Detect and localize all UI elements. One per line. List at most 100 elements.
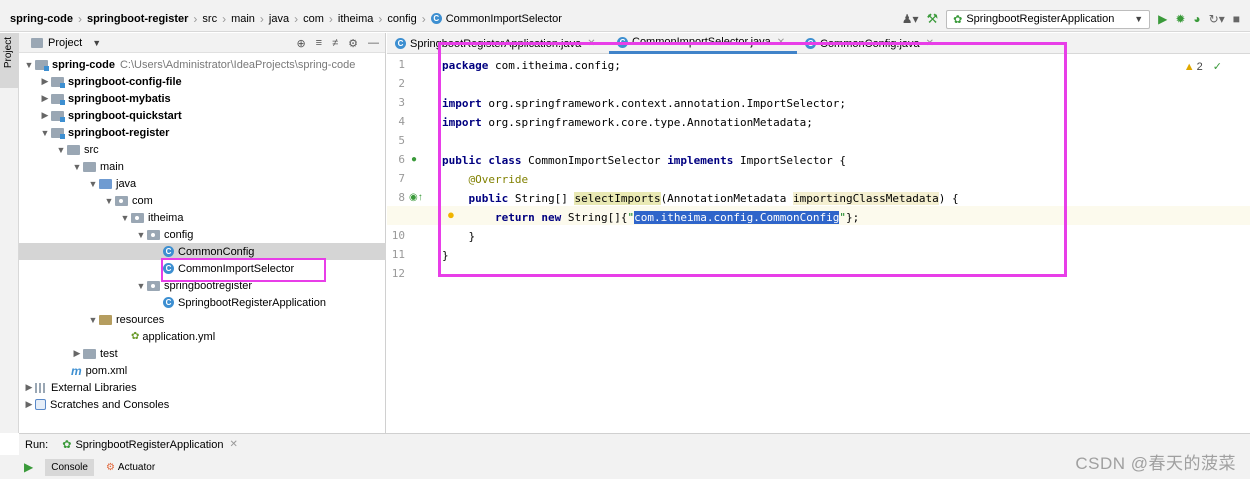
breadcrumb-item[interactable]: springboot-register [87,13,188,25]
chevron-down-icon[interactable]: ▼ [92,38,101,48]
tree-item-label: springboot-quickstart [68,109,182,122]
tree-item-module[interactable]: ▶ springboot-mybatis [19,90,386,107]
package-icon [131,212,144,223]
chevron-down-icon[interactable]: ▼ [71,162,83,172]
breadcrumb-item[interactable]: com [303,13,324,25]
chevron-right-icon[interactable]: ▶ [23,399,35,410]
tree-item-package-config[interactable]: ▼ config [19,226,386,243]
tree-item-scratches[interactable]: ▶ Scratches and Consoles [19,396,386,413]
tree-item-src[interactable]: ▼ src [19,141,386,158]
spring-class-icon: C [395,38,406,49]
chevron-right-icon[interactable]: ▶ [39,110,51,121]
tree-item-java[interactable]: ▼ java [19,175,386,192]
profile-button[interactable]: ↻▾ [1209,12,1225,26]
breadcrumb-item[interactable]: config [387,13,416,25]
breadcrumb: spring-code › springboot-register › src › m… [0,6,562,32]
chevron-down-icon[interactable]: ▼ [103,196,115,206]
tree-item-module[interactable]: ▼ springboot-register [19,124,386,141]
chevron-down-icon[interactable]: ▼ [87,315,99,325]
stop-button[interactable]: ■ [1233,12,1240,26]
tree-item-module[interactable]: ▶ springboot-config-file [19,73,386,90]
tree-item-external-libraries[interactable]: ▶ External Libraries [19,379,386,396]
project-toolbar: ⊕ ≡ ≠ ⚙ — [296,33,379,53]
tree-item-pom[interactable]: m pom.xml [19,362,386,379]
spring-boot-icon: ✿ [953,13,963,26]
gear-icon[interactable]: ⚙ [348,37,358,50]
hide-icon[interactable]: — [368,37,379,49]
tree-item-package-itheima[interactable]: ▼ itheima [19,209,386,226]
tree-item-label: CommonConfig [178,245,255,258]
line-number: 10 [391,229,405,242]
project-panel-header: Project ▼ ⊕ ≡ ≠ ⚙ — [19,33,385,53]
tree-item-label: itheima [148,211,184,224]
collapse-all-icon[interactable]: ≠ [332,37,338,49]
tree-item-application-class[interactable]: C SpringbootRegisterApplication [19,294,386,311]
expand-all-icon[interactable]: ≡ [316,37,322,49]
run-label: Run: [25,438,49,451]
breadcrumb-item[interactable]: itheima [338,13,373,25]
debug-button[interactable]: ✹ [1175,12,1185,26]
breadcrumb-separator: › [77,11,82,26]
module-folder-icon [51,110,65,122]
project-tool-tab[interactable]: Project [0,33,19,88]
user-icon[interactable]: ♟▾ [902,12,919,26]
tree-item-package-com[interactable]: ▼ com [19,192,386,209]
tree-item-main[interactable]: ▼ main [19,158,386,175]
chevron-right-icon[interactable]: ▶ [71,348,83,359]
class-icon: C [430,13,442,24]
spring-class-icon: C [163,297,174,308]
locate-icon[interactable]: ⊕ [296,37,305,50]
tree-item-resources[interactable]: ▼ resources [19,311,386,328]
yaml-file-icon: ✿ [131,331,140,342]
tab-actuator[interactable]: ⚙ Actuator [106,462,155,473]
left-tool-strip: Project [0,33,19,433]
folder-icon [83,348,96,359]
implements-gutter-icon[interactable]: ◉↑ [409,192,423,203]
breadcrumb-separator: › [421,11,426,26]
tree-item-module[interactable]: ▶ springboot-quickstart [19,107,386,124]
chevron-right-icon[interactable]: ▶ [23,382,35,393]
chevron-right-icon[interactable]: ▶ [39,76,51,87]
close-icon[interactable]: ✕ [229,439,237,450]
tree-item-test[interactable]: ▶ test [19,345,386,362]
chevron-down-icon[interactable]: ▼ [135,281,147,291]
maven-icon: m [71,363,82,378]
tree-item-root[interactable]: ▼ spring-code C:\Users\Administrator\IdeaP… [19,56,386,73]
spring-bean-icon[interactable]: ● [411,154,417,165]
line-number: 4 [398,115,405,128]
tree-item-application-yml[interactable]: ✿ application.yml [19,328,386,345]
module-folder-icon [51,127,65,139]
build-hammer-icon[interactable]: ⚒ [926,11,938,27]
breadcrumb-item-current[interactable]: C CommonImportSelector [430,13,562,25]
chevron-down-icon[interactable]: ▼ [135,230,147,240]
chevron-down-icon[interactable]: ▼ [39,128,51,138]
tree-item-label: Scratches and Consoles [50,398,170,411]
chevron-down-icon[interactable]: ▼ [87,179,99,189]
tree-item-label: config [164,228,194,241]
run-button[interactable]: ▶ [1158,12,1167,26]
coverage-button[interactable]: ◕ [1193,12,1200,26]
check-icon: ✓ [1212,61,1222,73]
breadcrumb-item[interactable]: spring-code [10,13,73,25]
breadcrumb-separator: › [259,11,264,26]
breadcrumb-item[interactable]: src [202,13,217,25]
run-tool-window-header: Run: ✿ SpringbootRegisterApplication ✕ [19,433,1250,455]
project-view-label[interactable]: Project [48,37,82,49]
chevron-right-icon[interactable]: ▶ [39,93,51,104]
breadcrumb-item[interactable]: main [231,13,255,25]
chevron-down-icon[interactable]: ▼ [23,60,35,70]
run-configuration-label: SpringbootRegisterApplication [966,13,1115,25]
run-tab-label: SpringbootRegisterApplication [75,438,224,451]
rerun-icon[interactable]: ▶ [24,460,33,474]
chevron-down-icon[interactable]: ▼ [119,213,131,223]
run-tab[interactable]: ✿ SpringbootRegisterApplication ✕ [62,438,238,452]
chevron-down-icon[interactable]: ▼ [55,145,67,155]
project-panel: Project ▼ ⊕ ≡ ≠ ⚙ — ▼ spring-code C:\Users… [19,33,386,433]
breadcrumb-item[interactable]: java [269,13,289,25]
run-configuration-select[interactable]: ✿ SpringbootRegisterApplication ▼ [946,9,1151,29]
tab-console[interactable]: Console [45,458,94,476]
tree-item-label: spring-code [52,58,115,71]
line-number: 6 [398,153,405,166]
module-folder-icon [51,93,65,105]
inspection-widget[interactable]: ▲ 2 ✓ [1184,60,1222,74]
